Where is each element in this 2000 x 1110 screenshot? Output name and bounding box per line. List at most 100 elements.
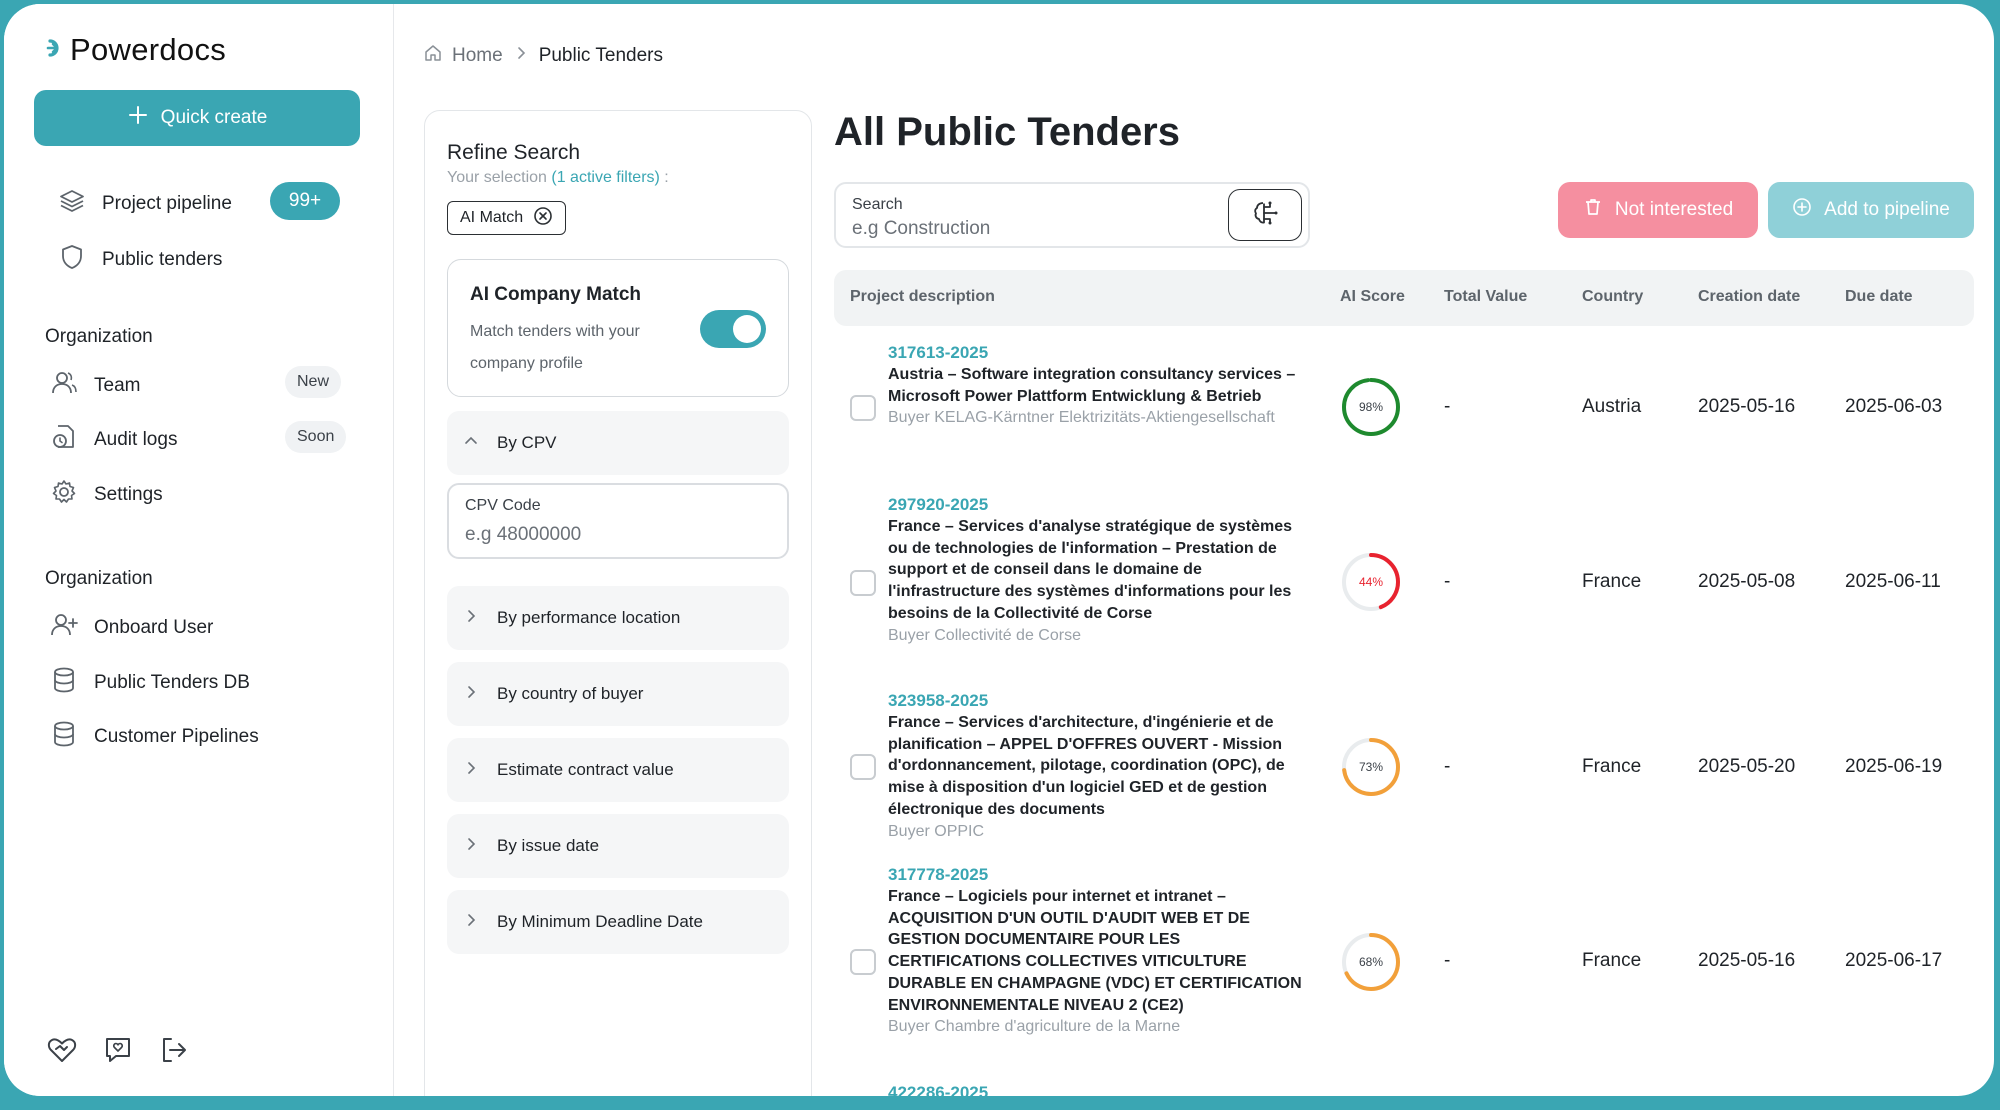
home-icon[interactable]	[424, 44, 442, 68]
sidebar-item-public-tenders[interactable]: Public tenders	[58, 243, 222, 277]
user-icon	[50, 369, 78, 403]
table-row[interactable]: 317778-2025 France – Logiciels pour inte…	[834, 864, 1974, 1060]
chevron-right-icon	[463, 608, 479, 629]
total-value: -	[1444, 396, 1451, 417]
tender-title: Austria – Software integration consultan…	[888, 366, 1296, 405]
soon-badge: Soon	[285, 421, 347, 453]
breadcrumb-home[interactable]: Home	[452, 45, 503, 67]
tender-reference[interactable]: 317613-2025	[888, 342, 1308, 364]
tender-reference[interactable]: 323958-2025	[888, 690, 1308, 712]
column-header-total-value[interactable]: Total Value	[1444, 288, 1527, 306]
feedback-icon[interactable]	[102, 1034, 134, 1071]
sidebar-item-customer-pipelines[interactable]: Customer Pipelines	[50, 720, 259, 754]
column-header-creation-date[interactable]: Creation date	[1698, 288, 1800, 306]
sidebar-item-public-tenders-db[interactable]: Public Tenders DB	[50, 666, 250, 700]
due-date: 2025-06-19	[1845, 756, 1943, 777]
shield-icon	[58, 243, 86, 277]
ai-match-filter-chip[interactable]: AI Match	[447, 201, 567, 235]
refine-search-panel: Refine Search Your selection (1 active f…	[424, 110, 812, 1096]
total-value: -	[1444, 950, 1451, 971]
table-row[interactable]: 297920-2025 France – Services d'analyse …	[834, 494, 1974, 670]
column-header-ai-score[interactable]: AI Score	[1340, 288, 1405, 306]
sidebar-item-audit-logs[interactable]: Audit logs	[50, 423, 177, 457]
sidebar-item-project-pipeline[interactable]: Project pipeline	[58, 187, 232, 221]
sidebar-item-onboard-user[interactable]: Onboard User	[50, 611, 213, 645]
row-checkbox[interactable]	[850, 570, 876, 596]
row-checkbox[interactable]	[850, 949, 876, 975]
not-interested-button[interactable]: Not interested	[1558, 182, 1758, 238]
ai-card-title: AI Company Match	[470, 284, 642, 305]
country: Austria	[1582, 396, 1642, 417]
accordion-label: By Minimum Deadline Date	[497, 912, 703, 931]
ai-score-ring: 73%	[1342, 738, 1400, 796]
sidebar-item-label: Onboard User	[94, 617, 214, 638]
heart-handshake-icon[interactable]	[46, 1034, 78, 1071]
column-header-due-date[interactable]: Due date	[1845, 288, 1913, 306]
table-row[interactable]: 422286-2025	[834, 1082, 1974, 1096]
accordion-label: By performance location	[497, 608, 681, 627]
row-checkbox[interactable]	[850, 395, 876, 421]
sidebar-item-settings[interactable]: Settings	[50, 478, 163, 512]
add-to-pipeline-button[interactable]: Add to pipeline	[1768, 182, 1974, 238]
total-value: -	[1444, 571, 1451, 592]
not-interested-label: Not interested	[1614, 199, 1734, 220]
column-header-country[interactable]: Country	[1582, 288, 1643, 306]
app-name: Powerdocs	[70, 32, 227, 67]
tender-buyer: Buyer Chambre d'agriculture de la Marne	[888, 1018, 1181, 1036]
ai-search-button[interactable]	[1228, 189, 1302, 241]
sidebar-item-label: Public tenders	[102, 249, 223, 270]
cpv-code-field[interactable]: CPV Code	[447, 483, 789, 559]
accordion-label: By issue date	[497, 836, 600, 855]
search-field[interactable]: Search	[834, 182, 1310, 248]
accordion-performance-location[interactable]: By performance location	[447, 586, 789, 650]
table-row[interactable]: 317613-2025 Austria – Software integrati…	[834, 342, 1974, 472]
table-row[interactable]: 323958-2025 France – Services d'architec…	[834, 690, 1974, 844]
tender-title: France – Services d'analyse stratégique …	[888, 518, 1293, 622]
accordion-contract-value[interactable]: Estimate contract value	[447, 738, 789, 802]
due-date: 2025-06-03	[1845, 396, 1943, 417]
tender-reference[interactable]: 422286-2025	[888, 1082, 1308, 1096]
due-date: 2025-06-11	[1845, 571, 1941, 592]
pipeline-count-badge: 99+	[270, 182, 340, 220]
tender-buyer: Buyer Collectivité de Corse	[888, 626, 1081, 644]
accordion-by-cpv[interactable]: By CPV	[447, 411, 789, 475]
sidebar-item-label: Customer Pipelines	[94, 726, 259, 747]
country: France	[1582, 571, 1642, 592]
layers-icon	[58, 187, 86, 221]
ai-company-match-card: AI Company Match Match tenders with your…	[447, 259, 789, 397]
tender-reference[interactable]: 297920-2025	[888, 494, 1308, 516]
selection-summary: Your selection (1 active filters) :	[447, 169, 669, 187]
due-date: 2025-06-17	[1845, 950, 1943, 971]
close-circle-icon[interactable]	[533, 206, 553, 231]
accordion-minimum-deadline[interactable]: By Minimum Deadline Date	[447, 890, 789, 954]
breadcrumb-current: Public Tenders	[538, 45, 663, 66]
sidebar-item-team[interactable]: Team	[50, 369, 140, 403]
document-clock-icon	[50, 423, 78, 457]
country: France	[1582, 950, 1642, 971]
project-description: 323958-2025 France – Services d'architec…	[888, 690, 1308, 842]
quick-create-label: Quick create	[160, 107, 268, 128]
chevron-right-icon	[463, 912, 479, 933]
accordion-country-of-buyer[interactable]: By country of buyer	[447, 662, 789, 726]
search-label: Search	[852, 196, 903, 213]
refine-search-title: Refine Search	[447, 141, 581, 164]
ai-score-ring: 44%	[1342, 553, 1400, 611]
column-header-description[interactable]: Project description	[850, 288, 995, 306]
tender-reference[interactable]: 317778-2025	[888, 864, 1308, 886]
ai-score-value: 68%	[1359, 955, 1383, 969]
row-checkbox[interactable]	[850, 754, 876, 780]
logout-icon[interactable]	[158, 1034, 190, 1071]
logo[interactable]: Powerdocs	[46, 32, 226, 68]
sidebar-item-label: Settings	[94, 484, 163, 505]
ai-match-toggle[interactable]	[700, 310, 766, 348]
add-to-pipeline-label: Add to pipeline	[1824, 199, 1950, 220]
tender-buyer: Buyer KELAG-Kärntner Elektrizitäts-Aktie…	[888, 409, 1275, 427]
ai-brain-icon	[1251, 199, 1279, 232]
quick-create-button[interactable]: Quick create	[34, 90, 360, 146]
accordion-issue-date[interactable]: By issue date	[447, 814, 789, 878]
search-input[interactable]	[852, 216, 1212, 242]
cpv-code-input[interactable]	[465, 521, 765, 549]
user-plus-icon	[50, 611, 78, 645]
ai-card-description: Match tenders with your company profile	[470, 323, 640, 372]
app-frame: Powerdocs Quick create Project pipeline …	[4, 4, 1994, 1096]
